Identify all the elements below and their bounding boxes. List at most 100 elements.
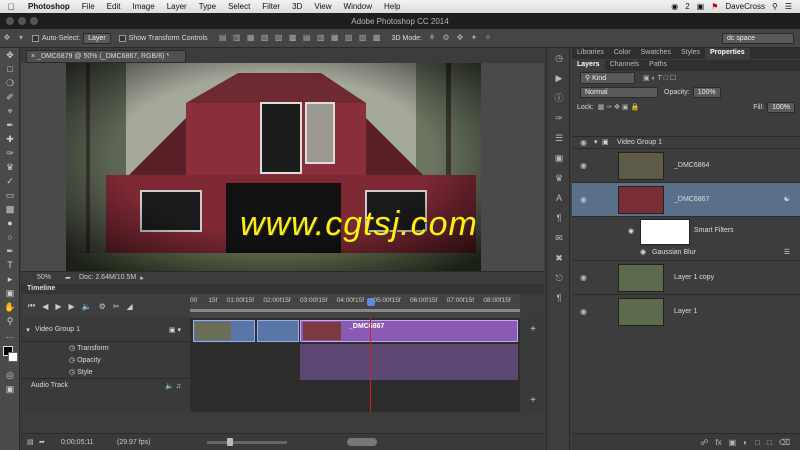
crop-tool-icon[interactable]: ⌖ xyxy=(0,104,20,118)
smart-filter-row[interactable]: ◉ Smart Filters xyxy=(572,216,800,246)
paragraph-style-icon[interactable]: ¶ xyxy=(547,288,571,308)
menu-filter[interactable]: Filter xyxy=(256,2,286,11)
render-icon[interactable]: ➦ xyxy=(39,438,61,446)
tab-styles[interactable]: Styles xyxy=(676,48,705,59)
eye-icon[interactable]: ◉ xyxy=(628,227,634,235)
smart-object-icon[interactable]: ☯ xyxy=(784,195,790,203)
track-prop-transform[interactable]: ◷ Transform xyxy=(21,342,189,354)
add-audio-icon[interactable]: + xyxy=(522,394,544,408)
adjustment-layer-icon[interactable]: ◐ xyxy=(743,438,748,447)
menu-3d[interactable]: 3D xyxy=(286,2,308,11)
screen-mode-icon[interactable]: ▣ xyxy=(0,382,20,396)
expand-triangle-icon[interactable]: ▾ xyxy=(21,326,35,334)
menu-file[interactable]: File xyxy=(76,2,101,11)
clip-keyframe-area[interactable] xyxy=(300,344,518,380)
eye-icon[interactable]: ◉ xyxy=(580,138,587,147)
transform-controls-checkbox[interactable] xyxy=(118,34,126,42)
eye-icon[interactable]: ◉ xyxy=(580,161,587,170)
history-icon[interactable]: ◷ xyxy=(547,48,571,68)
layer-row-selected[interactable]: ◉ _DMC6867 ☯ xyxy=(572,182,800,216)
healing-tool-icon[interactable]: ✚ xyxy=(0,132,20,146)
tab-color[interactable]: Color xyxy=(609,48,636,59)
info-icon[interactable]: ⓘ xyxy=(547,88,571,108)
timeline-scrollbar[interactable] xyxy=(347,438,377,446)
layer-row[interactable]: ◉ Layer 1 xyxy=(572,294,800,328)
menu-image[interactable]: Image xyxy=(126,2,160,11)
display-icon[interactable]: ▣ xyxy=(697,2,705,11)
split-icon[interactable]: ✂ xyxy=(113,302,120,311)
trash-icon[interactable]: ⌫ xyxy=(779,438,790,447)
filter-icons[interactable]: ▣ ◐ T □ ☐ xyxy=(643,74,676,82)
layer-group-row[interactable]: ◉ ▾ ▣ Video Group 1 xyxy=(572,136,800,148)
menu-app[interactable]: Photoshop xyxy=(22,2,76,11)
close-window-button[interactable] xyxy=(6,17,14,25)
link-icon[interactable]: ☍ xyxy=(700,438,708,447)
eye-icon[interactable]: ◉ xyxy=(580,307,587,316)
kind-filter-dropdown[interactable]: ⚲ Kind xyxy=(580,72,635,84)
stamp-tool-icon[interactable]: ♛ xyxy=(0,160,20,174)
playhead-handle[interactable] xyxy=(367,298,375,306)
share-icon[interactable]: ➦ xyxy=(65,274,79,282)
go-to-first-frame-icon[interactable]: ⏮ xyxy=(28,301,35,311)
clip-1[interactable] xyxy=(193,320,255,342)
menu-help[interactable]: Help xyxy=(378,2,406,11)
stopwatch-icon[interactable]: ◷ xyxy=(69,368,77,376)
workspace-dropdown[interactable]: dc space xyxy=(722,32,794,44)
zoom-tool-icon[interactable]: ⚲ xyxy=(0,314,20,328)
timecode[interactable]: 0;00;05;11 xyxy=(61,439,117,446)
more-tools-icon[interactable]: … xyxy=(0,328,20,342)
play-icon[interactable]: ▶ xyxy=(55,302,61,311)
filter-options-icon[interactable]: ☰ xyxy=(784,248,790,256)
chevron-down-icon[interactable]: ▾ xyxy=(16,33,26,43)
clip-dmc6867[interactable]: _DMC6867 xyxy=(300,320,518,342)
fill-input[interactable]: 100% xyxy=(767,101,795,113)
navigator-icon[interactable]: ▣ xyxy=(547,148,571,168)
color-swatches[interactable] xyxy=(0,342,19,368)
eyedropper-tool-icon[interactable]: ✒ xyxy=(0,118,20,132)
blend-mode-dropdown[interactable]: Normal xyxy=(580,86,658,98)
background-color-swatch[interactable] xyxy=(8,352,18,362)
track-video-group[interactable]: ▾ Video Group 1 ▣ ▾ xyxy=(21,318,189,342)
shape-tool-icon[interactable]: ▣ xyxy=(0,286,20,300)
adjustments-icon[interactable]: ☰ xyxy=(547,128,571,148)
spotlight-icon[interactable]: ⚲ xyxy=(772,2,778,11)
eraser-tool-icon[interactable]: ▭ xyxy=(0,188,20,202)
next-frame-icon[interactable]: ▶ xyxy=(69,302,75,311)
user-name[interactable]: DaveCross xyxy=(725,2,765,11)
timeline-zoom-slider[interactable] xyxy=(207,437,287,446)
tab-layers[interactable]: Layers xyxy=(572,60,605,71)
stopwatch-icon[interactable]: ◷ xyxy=(69,344,77,352)
move-tool-icon[interactable]: ✥ xyxy=(0,48,20,62)
opacity-input[interactable]: 100% xyxy=(692,86,721,98)
paragraph-icon[interactable]: ¶ xyxy=(547,208,571,228)
eye-icon[interactable]: ◉ xyxy=(580,273,587,282)
brush-tool-icon[interactable]: ✑ xyxy=(0,146,20,160)
pen-tool-icon[interactable]: ✒ xyxy=(0,244,20,258)
track-prop-style[interactable]: ◷ Style xyxy=(21,366,189,378)
tab-properties[interactable]: Properties xyxy=(705,48,750,59)
stopwatch-icon[interactable]: ◷ xyxy=(69,356,77,364)
film-icon[interactable]: ▣ ▾ xyxy=(169,326,181,334)
blur-tool-icon[interactable]: ● xyxy=(0,216,20,230)
track-prop-opacity[interactable]: ◷ Opacity xyxy=(21,354,189,366)
list-icon[interactable]: ☰ xyxy=(785,2,792,11)
path-select-tool-icon[interactable]: ▸ xyxy=(0,272,20,286)
lock-icons[interactable]: ▦ ✑ ✥ ▣ 🔒 xyxy=(598,103,639,111)
menu-layer[interactable]: Layer xyxy=(161,2,193,11)
layer-row[interactable]: ◉ _DMC6864 xyxy=(572,148,800,182)
3d-tool-icons[interactable]: ⚘ ⚙ ✥ ✦ ✧ xyxy=(425,33,495,43)
quick-mask-icon[interactable]: ◎ xyxy=(0,368,20,382)
align-icons[interactable]: ▤ ▥ ▦ ▧ ▨ ▩ ▤ ▥ ▦ ▧ ▨ ▩ xyxy=(216,33,384,43)
menu-edit[interactable]: Edit xyxy=(101,2,127,11)
clip-2[interactable] xyxy=(257,320,299,342)
menu-window[interactable]: Window xyxy=(338,2,378,11)
track-audio[interactable]: Audio Track 🔈 ♫ xyxy=(21,378,189,392)
work-area-bar[interactable] xyxy=(190,309,520,312)
character-icon[interactable]: A xyxy=(547,188,571,208)
expand-triangle-icon[interactable]: ▾ xyxy=(594,138,598,146)
creative-cloud-icon[interactable]: ◉ xyxy=(671,2,678,11)
quick-select-tool-icon[interactable]: ✐ xyxy=(0,90,20,104)
marquee-tool-icon[interactable]: □ xyxy=(0,62,20,76)
mask-icon[interactable]: ▣ xyxy=(729,438,737,447)
audio-icon[interactable]: 🔈 xyxy=(82,302,92,311)
